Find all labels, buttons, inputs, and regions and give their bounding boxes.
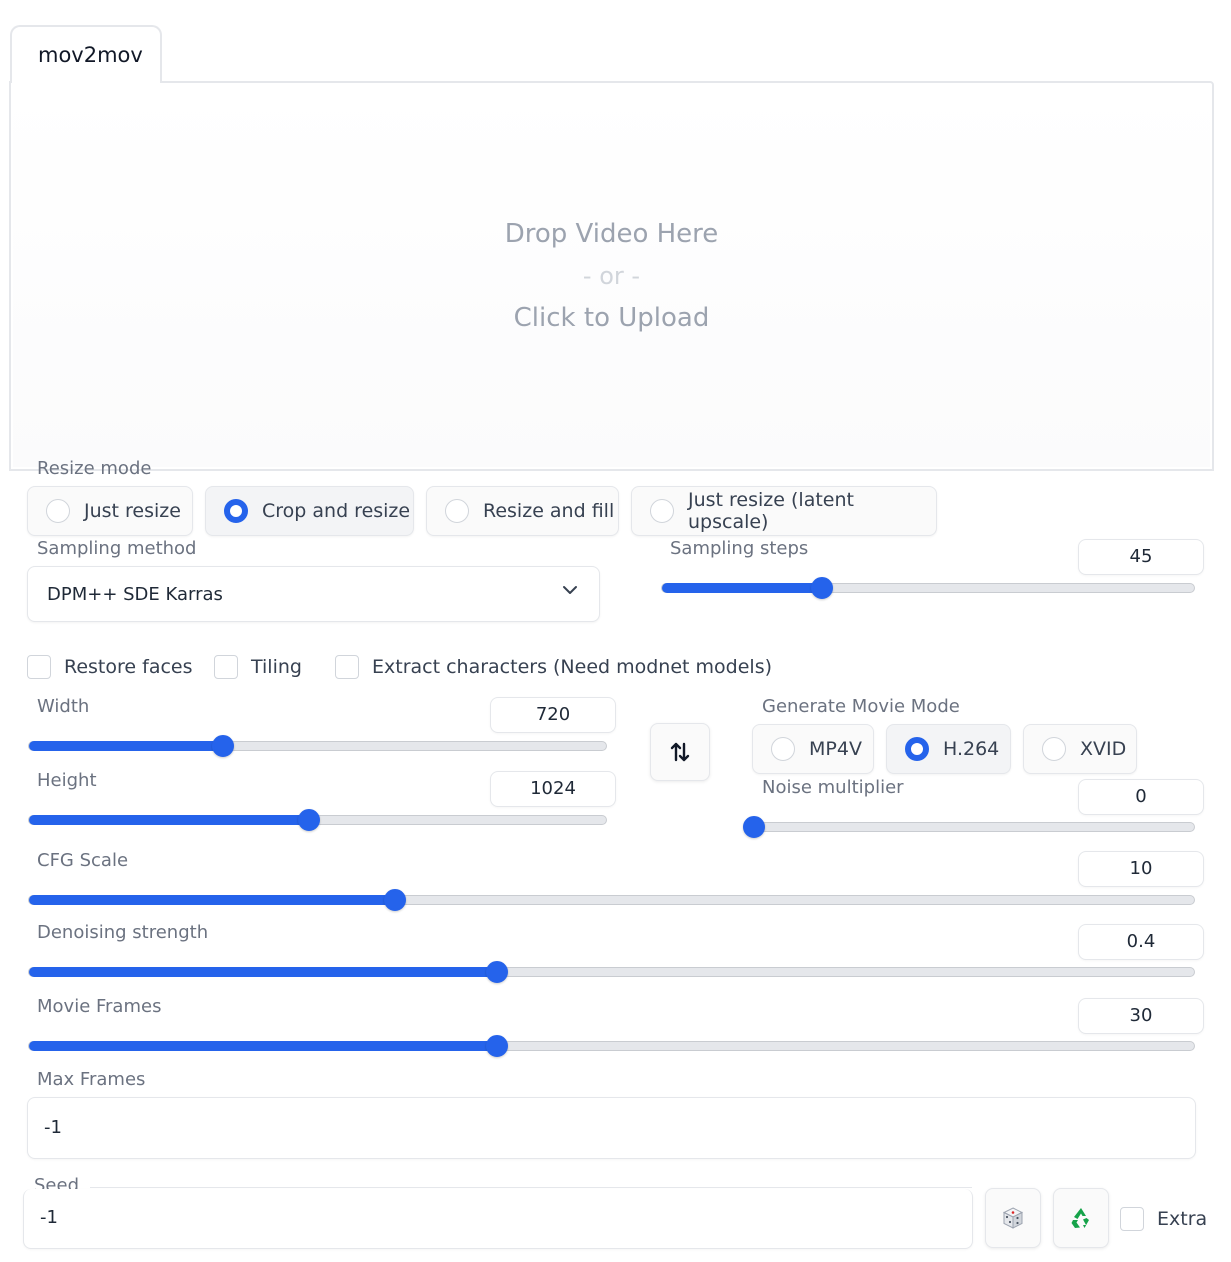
radio-circle xyxy=(771,737,795,761)
radio-circle-selected xyxy=(905,737,929,761)
sampling-method-dropdown[interactable]: DPM++ SDE Karras xyxy=(27,566,600,622)
restore-faces-checkbox[interactable]: Restore faces xyxy=(27,655,193,679)
slider-thumb[interactable] xyxy=(212,735,235,757)
width-label: Width xyxy=(37,696,90,717)
recycle-icon xyxy=(1071,1208,1089,1228)
tab-label: mov2mov xyxy=(38,43,143,67)
seed-input[interactable]: -1 xyxy=(23,1189,973,1249)
checkbox-label: Extract characters (Need modnet models) xyxy=(372,656,773,678)
radio-circle xyxy=(445,499,469,523)
slider-fill xyxy=(29,815,309,825)
sampling-method-label: Sampling method xyxy=(37,538,197,559)
fieldset-line xyxy=(154,469,1214,470)
video-drop-zone[interactable]: Drop Video Here - or - Click to Upload xyxy=(13,85,1210,467)
radio-label: Just resize (latent upscale) xyxy=(688,489,854,533)
width-slider[interactable] xyxy=(28,735,607,757)
extra-seed-checkbox[interactable]: Extra xyxy=(1120,1207,1207,1231)
slider-thumb[interactable] xyxy=(297,809,320,831)
denoising-strength-label: Denoising strength xyxy=(37,922,209,943)
movie-frames-label: Movie Frames xyxy=(37,996,162,1017)
slider-thumb[interactable] xyxy=(810,577,833,599)
slider-fill xyxy=(662,583,822,593)
radio-label: Just resize xyxy=(84,500,181,522)
extract-characters-checkbox[interactable]: Extract characters (Need modnet models) xyxy=(335,655,772,679)
checkbox-box xyxy=(335,655,359,679)
radio-label: MP4V xyxy=(809,738,862,760)
checkbox-label: Tiling xyxy=(251,656,302,678)
movie-mode-label: Generate Movie Mode xyxy=(762,696,960,717)
swap-vertical-icon xyxy=(670,742,690,762)
reuse-seed-button[interactable] xyxy=(1053,1188,1109,1248)
click-upload-text: Click to Upload xyxy=(513,303,710,333)
cfg-scale-label: CFG Scale xyxy=(37,850,129,871)
radio-h264[interactable]: H.264 xyxy=(886,724,1011,774)
height-input[interactable]: 1024 xyxy=(490,771,616,807)
slider-thumb[interactable] xyxy=(743,816,765,838)
sampling-steps-label: Sampling steps xyxy=(670,538,809,559)
radio-label: XVID xyxy=(1080,738,1127,760)
random-seed-button[interactable] xyxy=(985,1188,1041,1248)
radio-xvid[interactable]: XVID xyxy=(1023,724,1137,774)
drop-text: Drop Video Here xyxy=(504,219,719,249)
tab-mov2mov[interactable]: mov2mov xyxy=(10,25,162,83)
dice-icon xyxy=(1002,1207,1024,1229)
radio-label: H.264 xyxy=(943,738,1000,760)
tiling-checkbox[interactable]: Tiling xyxy=(214,655,302,679)
or-text: - or - xyxy=(582,262,641,290)
checkbox-label: Restore faces xyxy=(64,656,193,678)
max-frames-input[interactable]: -1 xyxy=(27,1097,1196,1159)
radio-circle xyxy=(650,499,674,523)
radio-crop-and-resize[interactable]: Crop and resize xyxy=(205,486,414,536)
radio-circle-selected xyxy=(224,499,248,523)
radio-circle xyxy=(1042,737,1066,761)
sampling-steps-input[interactable]: 45 xyxy=(1078,539,1204,575)
fieldset-line xyxy=(9,469,31,470)
radio-circle xyxy=(46,499,70,523)
checkbox-label: Extra xyxy=(1157,1208,1208,1230)
slider-fill xyxy=(29,741,224,751)
denoising-strength-slider[interactable] xyxy=(28,961,1195,983)
slider-thumb[interactable] xyxy=(486,1035,509,1057)
radio-mp4v[interactable]: MP4V xyxy=(752,724,874,774)
slider-fill xyxy=(29,895,395,905)
height-slider[interactable] xyxy=(28,809,607,831)
movie-frames-slider[interactable] xyxy=(28,1035,1195,1057)
chevron-down-icon xyxy=(563,586,577,594)
radio-just-resize[interactable]: Just resize xyxy=(27,486,193,536)
resize-mode-label: Resize mode xyxy=(37,458,152,479)
checkbox-box xyxy=(1120,1207,1144,1231)
height-label: Height xyxy=(37,770,97,791)
radio-resize-and-fill[interactable]: Resize and fill xyxy=(426,486,619,536)
noise-multiplier-input[interactable]: 0 xyxy=(1078,779,1204,815)
slider-thumb[interactable] xyxy=(486,961,509,983)
noise-multiplier-label: Noise multiplier xyxy=(762,777,904,798)
denoising-strength-input[interactable]: 0.4 xyxy=(1078,924,1204,960)
sampling-method-value: DPM++ SDE Karras xyxy=(47,584,223,605)
slider-fill xyxy=(29,967,498,977)
max-frames-label: Max Frames xyxy=(37,1069,146,1090)
width-input[interactable]: 720 xyxy=(490,697,616,733)
radio-label: Crop and resize xyxy=(262,500,411,522)
video-upload-panel: Drop Video Here - or - Click to Upload xyxy=(9,81,1214,471)
movie-frames-input[interactable]: 30 xyxy=(1078,998,1204,1034)
noise-multiplier-slider[interactable] xyxy=(743,816,1195,838)
sampling-steps-slider[interactable] xyxy=(661,577,1195,599)
radio-label: Resize and fill xyxy=(483,500,615,522)
checkbox-box xyxy=(27,655,51,679)
swap-dimensions-button[interactable] xyxy=(650,723,710,781)
checkbox-box xyxy=(214,655,238,679)
cfg-scale-input[interactable]: 10 xyxy=(1078,851,1204,887)
fieldset-line xyxy=(90,1187,972,1188)
slider-thumb[interactable] xyxy=(383,889,406,911)
slider-fill xyxy=(29,1041,498,1051)
radio-just-resize-latent[interactable]: Just resize (latent upscale) xyxy=(631,486,937,536)
cfg-scale-slider[interactable] xyxy=(28,889,1195,911)
